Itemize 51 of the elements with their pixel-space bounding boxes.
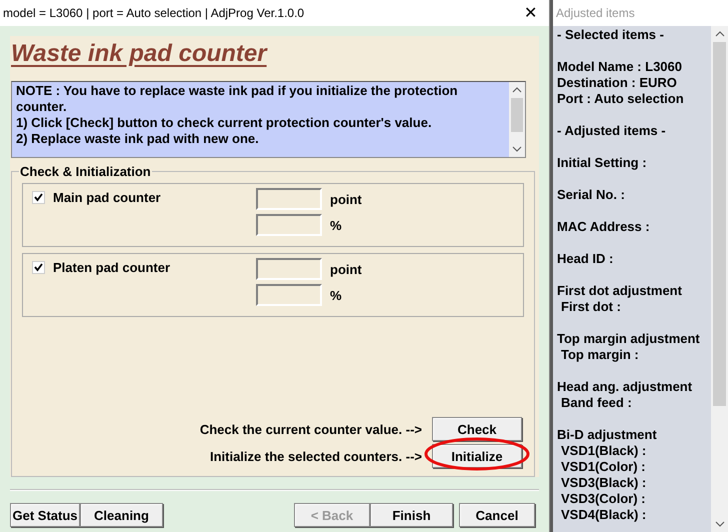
adjusted-item-text: Destination : EURO: [557, 75, 677, 91]
adjusted-item-text: Band feed :: [560, 395, 632, 411]
adjusted-item-text: VSD3(Black) :: [560, 475, 646, 491]
dialog-button[interactable]: Cancel: [459, 503, 535, 527]
dialog-button[interactable]: Get Status: [10, 503, 80, 527]
action-text: Initialize the selected counters. -->: [210, 448, 422, 464]
note-text: NOTE : You have to replace waste ink pad if you initialize the protection counter.: [16, 83, 459, 115]
adjusted-item-text: Top margin :: [560, 347, 639, 363]
adjusted-item-text: Model Name : L3060: [557, 59, 682, 75]
adjusted-item-text: Port : Auto selection: [557, 91, 684, 107]
unit-label: %: [330, 218, 342, 232]
adjusted-item-text: Head ID :: [557, 251, 614, 267]
scrollbar[interactable]: [711, 26, 728, 532]
counter-label: Platen pad counter: [53, 260, 170, 274]
adjusted-item-text: - Selected items -: [557, 27, 664, 43]
adjusted-item-text: Head ang. adjustment: [557, 379, 692, 395]
action-button[interactable]: Check: [432, 417, 522, 441]
group-title: Check & Initialization: [19, 164, 152, 179]
adjusted-item-text: VSD4(Black) :: [560, 507, 646, 523]
unit-label: %: [330, 288, 342, 302]
adjusted-item-text: Top margin adjustment: [557, 331, 700, 347]
adjusted-item-text: First dot :: [560, 299, 621, 315]
note-text: 1) Click [Check] button to check current protection counter's value.: [16, 115, 433, 131]
action-button[interactable]: Initialize: [432, 444, 522, 468]
adjusted-item-text: First dot adjustment: [557, 283, 682, 299]
adjusted-item-text: MAC Address :: [557, 219, 650, 235]
dialog-button[interactable]: Finish: [370, 503, 453, 527]
counter-field[interactable]: [256, 188, 322, 210]
adjusted-item-text: VSD3(Color) :: [560, 491, 646, 507]
scrollbar[interactable]: [509, 82, 525, 157]
dialog-button[interactable]: Cleaning: [80, 503, 163, 527]
adjusted-item-text: VSD1(Color) :: [560, 459, 646, 475]
adjusted-item-text: Serial No. :: [557, 187, 625, 203]
adjusted-item-text: Initial Setting :: [557, 155, 647, 171]
close-button[interactable]: ✕: [518, 3, 543, 23]
note-text: 2) Replace waste ink pad with new one.: [16, 131, 260, 147]
unit-label: point: [330, 192, 362, 206]
unit-label: point: [330, 262, 362, 276]
checkbox[interactable]: [32, 260, 45, 274]
counter-label: Main pad counter: [53, 190, 161, 204]
adjusted-item-text: VSD1(Black) :: [560, 443, 646, 459]
window-title: model = L3060 | port = Auto selection | AdjProg Ver.1.0.0: [3, 6, 304, 20]
action-text: Check the current counter value. -->: [200, 422, 422, 436]
counter-field[interactable]: [256, 214, 322, 236]
page-heading: Waste ink pad counter: [10, 40, 267, 68]
adjusted-item-text: Bi-D adjustment: [557, 427, 657, 443]
checkbox[interactable]: [32, 190, 45, 204]
adjusted-item-text: - Adjusted items -: [557, 123, 666, 139]
counter-field[interactable]: [256, 284, 322, 306]
side-window-title: Adjusted items: [555, 5, 635, 22]
counter-field[interactable]: [256, 258, 322, 280]
